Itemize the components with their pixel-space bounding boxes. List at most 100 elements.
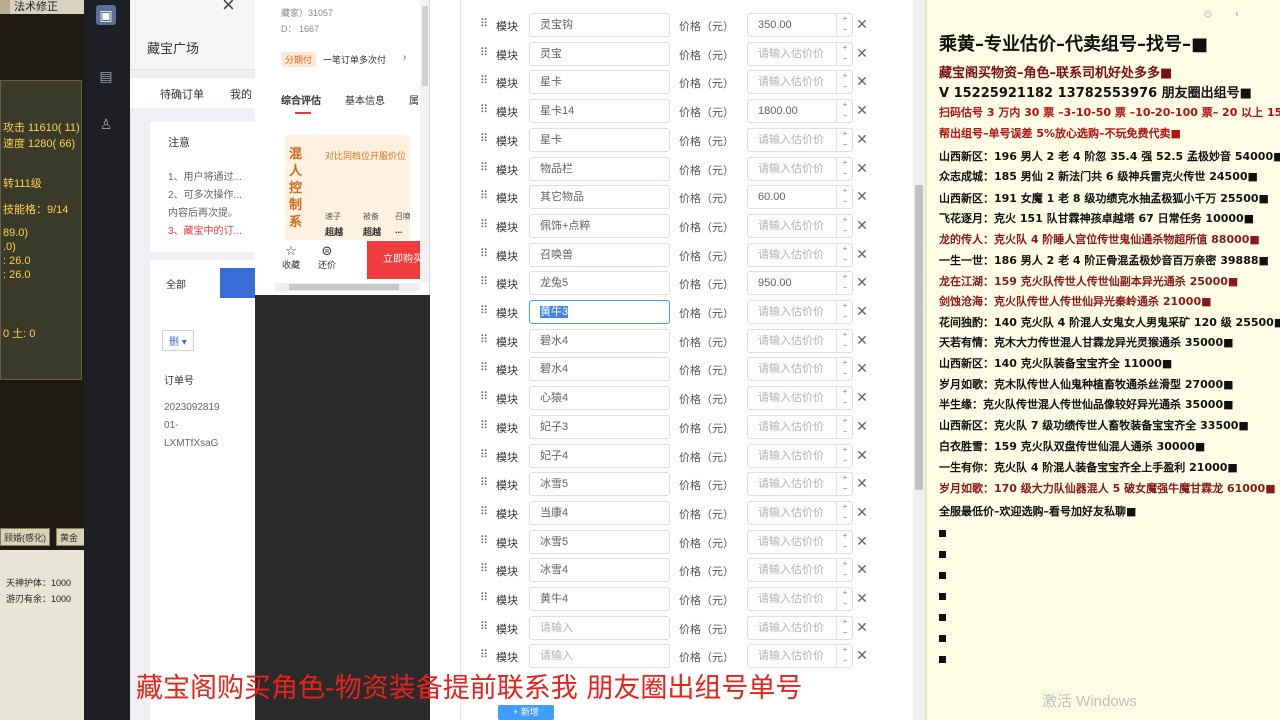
- module-name-input[interactable]: 灵宝: [529, 41, 670, 66]
- remove-row-icon[interactable]: ✕: [855, 359, 869, 377]
- stepper-up-icon[interactable]: +: [837, 128, 853, 139]
- scroll-thumb[interactable]: [289, 284, 399, 290]
- remove-row-icon[interactable]: ✕: [855, 273, 869, 291]
- remove-row-icon[interactable]: ✕: [855, 417, 869, 435]
- stepper-down-icon[interactable]: −: [837, 254, 853, 265]
- stepper-up-icon[interactable]: +: [837, 13, 853, 24]
- price-stepper[interactable]: + −: [836, 529, 853, 554]
- remove-row-icon[interactable]: ✕: [855, 446, 869, 464]
- drag-handle-icon[interactable]: ⠿: [480, 47, 490, 60]
- game-tab[interactable]: 顾婚(感化): [0, 528, 50, 546]
- price-stepper[interactable]: + −: [836, 558, 853, 583]
- price-stepper[interactable]: + −: [836, 156, 853, 181]
- stepper-up-icon[interactable]: +: [837, 99, 853, 110]
- price-stepper[interactable]: + −: [836, 41, 853, 66]
- module-name-input[interactable]: 佩饰+点粹: [529, 213, 670, 238]
- drag-handle-icon[interactable]: ⠿: [480, 535, 490, 548]
- remove-row-icon[interactable]: ✕: [855, 101, 869, 119]
- stepper-down-icon[interactable]: −: [837, 311, 853, 322]
- stepper-up-icon[interactable]: +: [837, 386, 853, 397]
- drag-handle-icon[interactable]: ⠿: [480, 506, 490, 519]
- drag-handle-icon[interactable]: ⠿: [480, 133, 490, 146]
- drag-handle-icon[interactable]: ⠿: [480, 477, 490, 490]
- price-stepper[interactable]: + −: [836, 271, 853, 296]
- module-name-input[interactable]: 请输入: [529, 644, 670, 669]
- remove-row-icon[interactable]: ✕: [855, 72, 869, 90]
- mobile-promo[interactable]: 分期付 一笔订单多次付 ›: [281, 52, 429, 72]
- stepper-down-icon[interactable]: −: [837, 483, 853, 494]
- stepper-up-icon[interactable]: +: [837, 587, 853, 598]
- bg-tab[interactable]: 待确订单: [160, 86, 204, 102]
- remove-row-icon[interactable]: ✕: [855, 589, 869, 607]
- module-name-input[interactable]: 妃子4: [529, 443, 670, 468]
- module-name-input[interactable]: 黄牛3: [529, 300, 670, 324]
- mobile-tab[interactable]: 基本信息: [345, 92, 385, 107]
- stepper-up-icon[interactable]: +: [837, 214, 853, 225]
- stepper-down-icon[interactable]: −: [837, 368, 853, 379]
- module-name-input[interactable]: 龙兔5: [529, 271, 670, 296]
- stepper-up-icon[interactable]: +: [837, 329, 853, 340]
- drag-handle-icon[interactable]: ⠿: [480, 276, 490, 289]
- stepper-down-icon[interactable]: −: [837, 512, 853, 523]
- module-name-input[interactable]: 碧水4: [529, 357, 670, 382]
- price-stepper[interactable]: + −: [836, 213, 853, 238]
- remove-row-icon[interactable]: ✕: [855, 245, 869, 263]
- stepper-up-icon[interactable]: +: [837, 616, 853, 627]
- drag-handle-icon[interactable]: ⠿: [480, 592, 490, 605]
- drag-handle-icon[interactable]: ⠿: [480, 305, 490, 318]
- stepper-down-icon[interactable]: −: [837, 655, 853, 666]
- module-name-input[interactable]: 碧水4: [529, 328, 670, 353]
- module-name-input[interactable]: 冰雪4: [529, 558, 670, 583]
- remove-row-icon[interactable]: ✕: [855, 618, 869, 636]
- mobile-vscroll[interactable]: [420, 0, 429, 283]
- close-icon[interactable]: ×: [222, 0, 235, 18]
- app-logo-icon[interactable]: ▣: [96, 5, 116, 25]
- price-stepper[interactable]: + −: [836, 414, 853, 439]
- price-stepper[interactable]: + −: [836, 185, 853, 210]
- module-name-input[interactable]: 星卡14: [529, 99, 670, 124]
- bg-filter-button[interactable]: [220, 268, 255, 298]
- remove-row-icon[interactable]: ✕: [855, 44, 869, 62]
- bg-dropdown[interactable]: 删 ▾: [162, 330, 194, 351]
- drag-handle-icon[interactable]: ⠿: [480, 649, 490, 662]
- price-stepper[interactable]: + −: [836, 357, 853, 382]
- price-stepper[interactable]: + −: [836, 328, 853, 353]
- stepper-down-icon[interactable]: −: [837, 397, 853, 408]
- module-name-input[interactable]: 请输入: [529, 615, 670, 640]
- media-icon[interactable]: ◐: [1226, 8, 1250, 22]
- remove-row-icon[interactable]: ✕: [855, 331, 869, 349]
- stepper-up-icon[interactable]: +: [837, 558, 853, 569]
- editor-scroll-thumb[interactable]: [915, 185, 923, 490]
- price-stepper[interactable]: + −: [836, 472, 853, 497]
- editor-scrollbar[interactable]: [913, 0, 925, 720]
- drag-handle-icon[interactable]: ⠿: [480, 449, 490, 462]
- drag-handle-icon[interactable]: ⠿: [480, 362, 490, 375]
- stepper-down-icon[interactable]: −: [837, 627, 853, 638]
- game-top-button[interactable]: [0, 0, 10, 14]
- gear-icon[interactable]: ⚙: [1196, 8, 1220, 22]
- module-name-input[interactable]: 当康4: [529, 500, 670, 525]
- price-stepper[interactable]: + −: [836, 127, 853, 152]
- stepper-up-icon[interactable]: +: [837, 357, 853, 368]
- module-name-input[interactable]: 心猿4: [529, 386, 670, 411]
- price-stepper[interactable]: + −: [836, 644, 853, 669]
- stepper-up-icon[interactable]: +: [837, 70, 853, 81]
- stepper-up-icon[interactable]: +: [837, 444, 853, 455]
- stepper-down-icon[interactable]: −: [837, 340, 853, 351]
- drag-handle-icon[interactable]: ⠿: [480, 420, 490, 433]
- user-icon[interactable]: ♙: [96, 114, 116, 134]
- drag-handle-icon[interactable]: ⠿: [480, 219, 490, 232]
- stepper-up-icon[interactable]: +: [837, 271, 853, 282]
- price-stepper[interactable]: + −: [836, 500, 853, 525]
- remove-row-icon[interactable]: ✕: [855, 187, 869, 205]
- mobile-scrollbar[interactable]: [275, 283, 420, 291]
- price-stepper[interactable]: + −: [836, 70, 853, 95]
- add-module-button[interactable]: + 新增: [498, 705, 554, 720]
- stepper-up-icon[interactable]: +: [837, 644, 853, 655]
- stepper-down-icon[interactable]: −: [837, 569, 853, 580]
- module-name-input[interactable]: 黄牛4: [529, 587, 670, 611]
- module-name-input[interactable]: 妃子3: [529, 414, 670, 439]
- remove-row-icon[interactable]: ✕: [855, 130, 869, 148]
- stepper-up-icon[interactable]: +: [837, 472, 853, 483]
- bg-tab[interactable]: 我的: [230, 86, 252, 102]
